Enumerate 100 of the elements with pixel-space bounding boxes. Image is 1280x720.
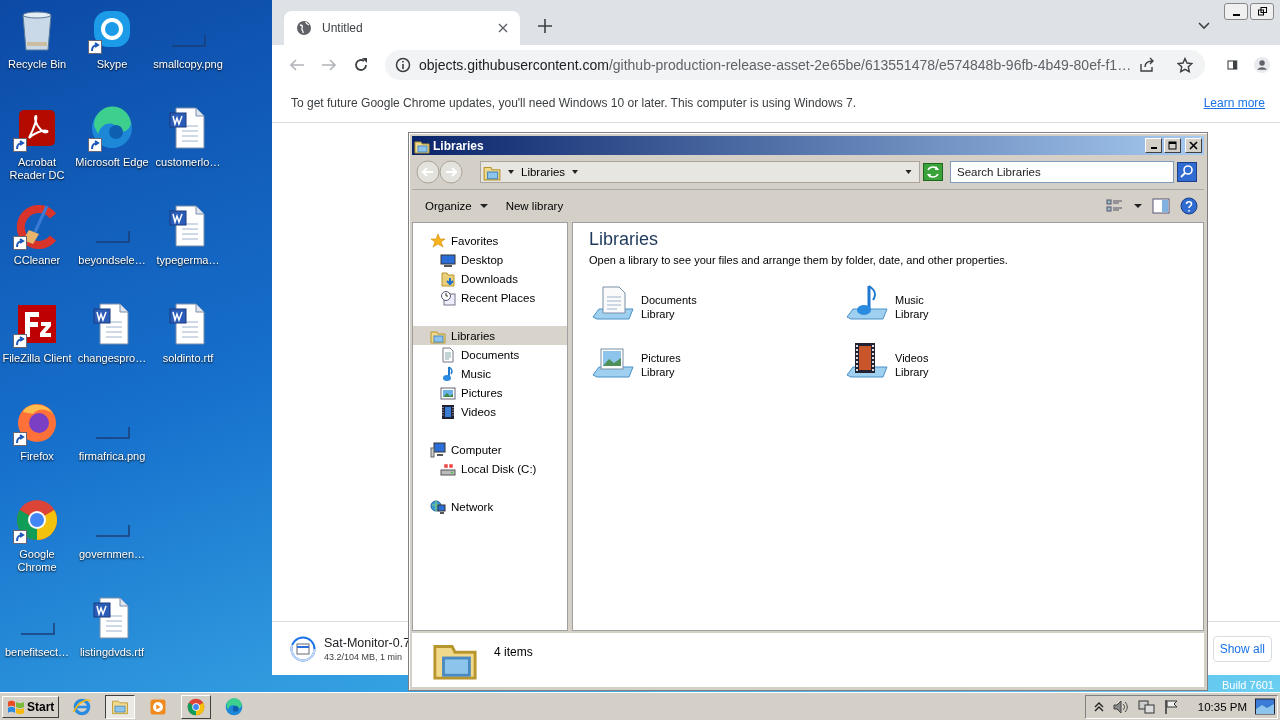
page-heading: Libraries bbox=[589, 229, 660, 250]
minimize-icon bbox=[1150, 147, 1157, 149]
preview-pane-icon[interactable] bbox=[1152, 198, 1170, 214]
build-text: Build 7601 bbox=[1222, 679, 1274, 691]
nav-item[interactable]: Libraries bbox=[413, 326, 567, 345]
monitor-icon bbox=[440, 251, 456, 268]
nav-item[interactable]: Documents bbox=[423, 345, 567, 364]
library-item[interactable]: Music Library bbox=[843, 282, 929, 332]
nav-item[interactable]: Pictures bbox=[423, 383, 567, 402]
desktop-icon-label[interactable]: CCleaner bbox=[0, 254, 75, 267]
star-icon bbox=[430, 232, 446, 249]
restore-button[interactable] bbox=[1250, 3, 1274, 20]
desktop-icon-label[interactable]: Google Chrome bbox=[0, 548, 75, 574]
update-message: To get future Google Chrome updates, you'll need Windows 10 or later. This computer is using Windows 7. bbox=[291, 96, 857, 110]
desktop-icon-label[interactable]: Microsoft Edge bbox=[74, 156, 150, 169]
restore-icon bbox=[1257, 7, 1267, 16]
download-progress-icon bbox=[290, 635, 316, 662]
clock[interactable]: 10:35 PM bbox=[1197, 700, 1247, 713]
desktop-icon-label[interactable]: Acrobat Reader DC bbox=[0, 156, 75, 182]
edge-browser-icon bbox=[224, 696, 245, 717]
library-item[interactable]: Pictures Library bbox=[589, 340, 681, 390]
star-icon[interactable] bbox=[1177, 56, 1194, 73]
desktop-icon-label[interactable]: soldinto.rtf bbox=[150, 352, 226, 365]
breadcrumb[interactable]: Libraries bbox=[521, 166, 566, 178]
new-tab-icon[interactable] bbox=[538, 18, 552, 33]
caret-icon bbox=[479, 203, 488, 209]
nav-item[interactable]: Computer bbox=[413, 440, 567, 459]
clock-icon bbox=[440, 289, 456, 306]
address-bar[interactable]: objects.githubusercontent.com/github-production-release-asset-2e65be/613551478/e574848b-96fb-4b49-80ef-f1… bbox=[385, 49, 1206, 80]
reload-icon[interactable] bbox=[353, 56, 369, 73]
desktop-icon-label[interactable]: FileZilla Client bbox=[0, 352, 75, 365]
library-item[interactable]: Videos Library bbox=[843, 340, 929, 390]
page-description: Open a library to see your files and arrange them by folder, date, and other properties. bbox=[589, 254, 1009, 266]
nav-item[interactable]: Desktop bbox=[423, 250, 567, 269]
computer-icon bbox=[430, 441, 446, 458]
show-desktop-icon[interactable] bbox=[1255, 697, 1275, 716]
dropdown-arrow-icon[interactable] bbox=[904, 168, 913, 176]
toolbar-button[interactable]: Organize bbox=[418, 197, 495, 215]
close-button[interactable] bbox=[1185, 138, 1202, 153]
desktop-icon-label[interactable]: Recycle Bin bbox=[0, 58, 75, 71]
dropdown-arrow-icon[interactable] bbox=[507, 168, 515, 176]
desktop-icon-label[interactable]: smallcopy.png bbox=[150, 58, 226, 71]
close-icon bbox=[1189, 141, 1198, 150]
nav-item[interactable]: Music bbox=[423, 364, 567, 383]
refresh-icon[interactable] bbox=[923, 163, 943, 181]
chevron-up-icon[interactable] bbox=[1093, 701, 1104, 712]
share-icon[interactable] bbox=[1139, 56, 1156, 73]
desktop-icon-label[interactable]: firmafrica.png bbox=[74, 450, 150, 463]
search-field[interactable]: Search Libraries bbox=[950, 161, 1174, 183]
maximize-icon bbox=[1168, 141, 1177, 150]
item-count: 4 items bbox=[494, 645, 533, 659]
network-icon bbox=[430, 498, 446, 515]
globe-icon bbox=[296, 20, 312, 36]
nav-item[interactable]: Downloads bbox=[423, 269, 567, 288]
desktop-icon-label[interactable]: changespro… bbox=[74, 352, 150, 365]
desktop-icon-label[interactable]: governmen… bbox=[74, 548, 150, 561]
nav-item[interactable]: Network bbox=[413, 497, 567, 516]
view-list-icon[interactable] bbox=[1106, 198, 1124, 214]
learn-more-link[interactable]: Learn more bbox=[1203, 96, 1265, 110]
address-field[interactable]: Libraries bbox=[480, 161, 920, 183]
nav-item[interactable]: Local Disk (C:) bbox=[423, 459, 567, 478]
library-item[interactable]: Documents Library bbox=[589, 282, 697, 332]
film-strip-icon bbox=[440, 403, 456, 420]
desktop-icon-label[interactable]: typegerma… bbox=[150, 254, 226, 267]
picture-icon bbox=[440, 384, 456, 401]
minimize-button[interactable] bbox=[1224, 3, 1248, 20]
search-icon[interactable] bbox=[1177, 162, 1197, 182]
browser-tab[interactable]: Untitled bbox=[284, 11, 520, 45]
nav-item[interactable]: Favorites bbox=[413, 231, 567, 250]
download-filename: Sat-Monitor-0.7 bbox=[324, 635, 411, 650]
nav-item[interactable]: Videos bbox=[423, 402, 567, 421]
minimize-icon bbox=[1232, 14, 1240, 16]
download-status: 43.2/104 MB, 1 min bbox=[324, 651, 404, 662]
desktop-icon-label[interactable]: beyondsele… bbox=[74, 254, 150, 267]
show-all-button[interactable]: Show all bbox=[1212, 635, 1272, 662]
flag-icon[interactable] bbox=[1163, 698, 1180, 715]
caret-icon[interactable] bbox=[1198, 21, 1210, 30]
nav-item[interactable]: Recent Places bbox=[423, 288, 567, 307]
music-note-icon bbox=[440, 365, 456, 382]
taskbar-button[interactable] bbox=[105, 694, 136, 719]
toolbar-button[interactable]: New library bbox=[498, 197, 571, 215]
speaker-icon[interactable] bbox=[1111, 698, 1130, 715]
info-icon bbox=[395, 56, 411, 73]
desktop-icon-label[interactable]: Skype bbox=[74, 58, 150, 71]
chrome-icon bbox=[186, 696, 207, 717]
window-title: Libraries bbox=[433, 138, 484, 153]
download-folder-icon bbox=[440, 270, 456, 287]
start-button[interactable]: Start bbox=[2, 695, 60, 718]
desktop-icon-label[interactable]: Firefox bbox=[0, 450, 75, 463]
dropdown-arrow-icon[interactable] bbox=[571, 168, 580, 176]
desktop-icon-label[interactable]: customerlo… bbox=[150, 156, 226, 169]
ie-browser-icon bbox=[72, 696, 93, 717]
desktop-icon-label[interactable]: benefitsect… bbox=[0, 646, 75, 659]
document-icon bbox=[440, 346, 456, 363]
network-icon[interactable] bbox=[1137, 698, 1156, 715]
close-icon[interactable] bbox=[498, 23, 508, 33]
maximize-button[interactable] bbox=[1164, 138, 1181, 153]
caret-icon[interactable] bbox=[1134, 203, 1142, 209]
windows-logo-icon bbox=[7, 698, 25, 715]
help-icon[interactable] bbox=[1180, 197, 1198, 215]
